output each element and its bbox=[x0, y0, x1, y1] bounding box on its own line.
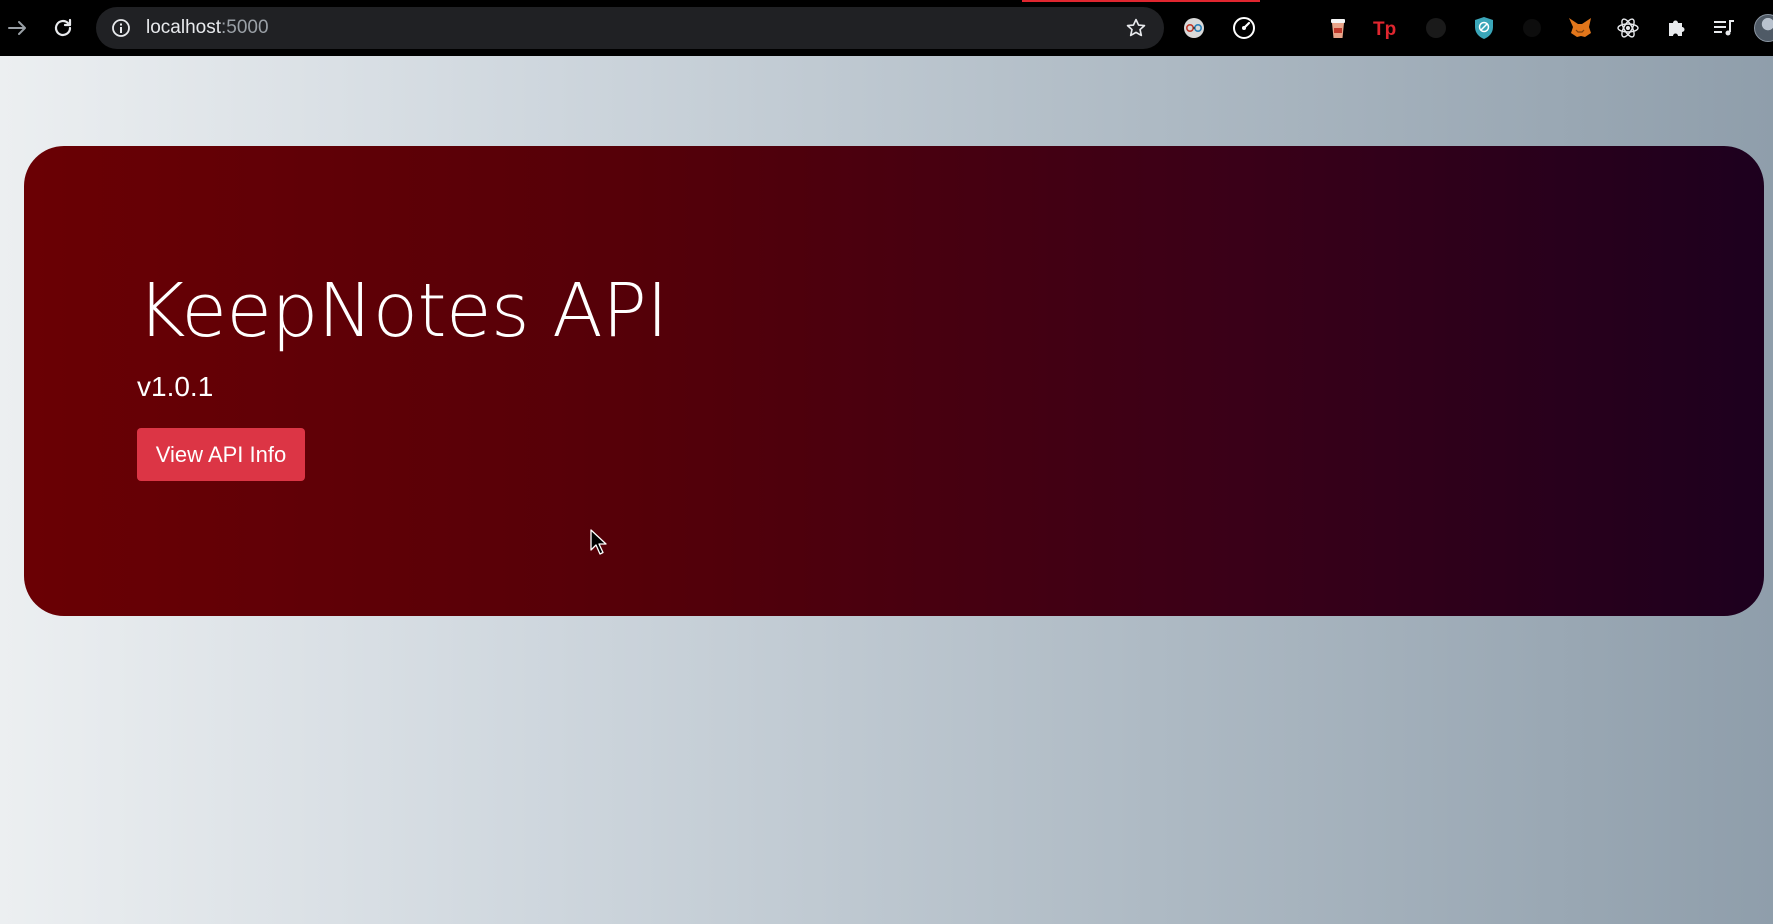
forward-arrow-icon bbox=[8, 21, 26, 35]
url-text[interactable]: localhost:5000 bbox=[146, 17, 269, 39]
site-info-icon[interactable] bbox=[109, 16, 133, 40]
view-api-info-button[interactable]: View API Info bbox=[137, 428, 305, 481]
ghost-icon[interactable] bbox=[1518, 14, 1546, 42]
url-port: :5000 bbox=[221, 17, 269, 38]
forward-button[interactable] bbox=[0, 10, 36, 46]
reload-icon bbox=[54, 18, 72, 37]
page-title: KeepNotes API bbox=[137, 268, 668, 354]
coffee-cup-icon[interactable] bbox=[1324, 14, 1352, 42]
url-host: localhost bbox=[146, 17, 221, 38]
tp-icon[interactable]: Tp bbox=[1372, 14, 1400, 42]
svg-text:Tp: Tp bbox=[1373, 19, 1396, 40]
react-atom-icon[interactable] bbox=[1614, 14, 1642, 42]
profile-avatar[interactable] bbox=[1754, 14, 1773, 42]
version-label: v1.0.1 bbox=[137, 371, 214, 402]
metamask-fox-icon[interactable] bbox=[1566, 14, 1594, 42]
speedometer-icon[interactable] bbox=[1230, 14, 1258, 42]
chrome-dev-editor-icon[interactable] bbox=[1180, 14, 1208, 42]
playlist-icon[interactable] bbox=[1710, 14, 1738, 42]
active-tab-indicator bbox=[1022, 0, 1260, 2]
shield-icon[interactable] bbox=[1470, 14, 1498, 42]
browser-toolbar: localhost:5000 Tp bbox=[0, 0, 1773, 56]
puzzle-piece-icon[interactable] bbox=[1663, 14, 1691, 42]
bookmark-star-icon[interactable] bbox=[1124, 16, 1148, 40]
mouse-pointer-icon bbox=[590, 529, 607, 555]
reload-button[interactable] bbox=[45, 10, 81, 46]
hero-banner: KeepNotes API v1.0.1 View API Info bbox=[24, 146, 1764, 616]
page-viewport: KeepNotes API v1.0.1 View API Info bbox=[0, 56, 1773, 924]
address-bar[interactable]: localhost:5000 bbox=[96, 7, 1164, 49]
github-icon[interactable] bbox=[1422, 14, 1450, 42]
